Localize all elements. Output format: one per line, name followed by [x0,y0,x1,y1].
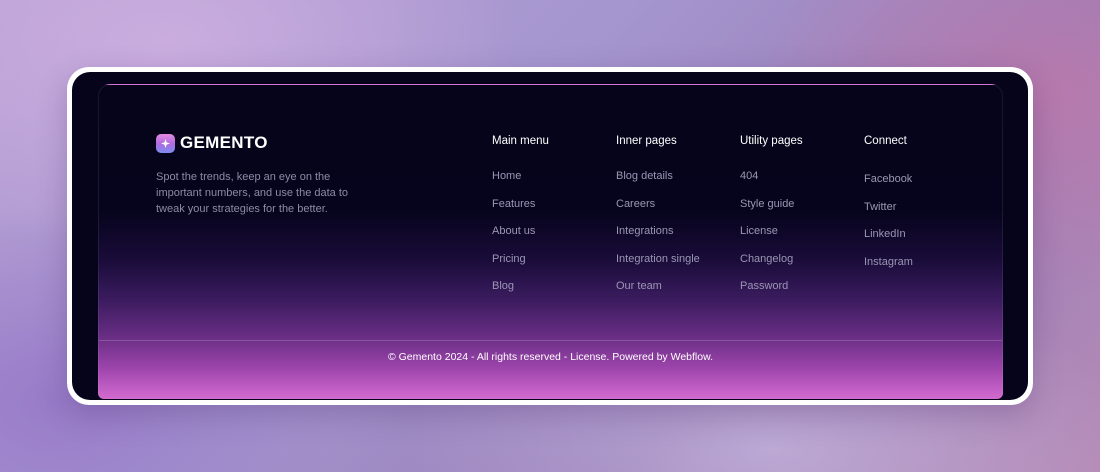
footer-link-about-us[interactable]: About us [492,224,549,238]
brand-name: GEMENTO [180,133,268,152]
footer-link-features[interactable]: Features [492,197,549,211]
footer-link-our-team[interactable]: Our team [616,279,700,293]
footer-divider [99,340,1002,341]
footer-column-inner-pages: Inner pages Blog details Careers Integra… [616,135,700,307]
footer-link-twitter[interactable]: Twitter [864,200,913,214]
column-title: Main menu [492,135,549,147]
footer-link-facebook[interactable]: Facebook [864,172,913,186]
footer-container: GEMENTO Spot the trends, keep an eye on … [72,72,1028,400]
screenshot-frame: GEMENTO Spot the trends, keep an eye on … [67,67,1033,405]
footer-link-careers[interactable]: Careers [616,197,700,211]
footer-tagline: Spot the trends, keep an eye on the impo… [156,171,349,215]
footer-link-integrations[interactable]: Integrations [616,224,700,238]
site-footer: GEMENTO Spot the trends, keep an eye on … [98,84,1003,399]
footer-column-main-menu: Main menu Home Features About us Pricing… [492,135,549,307]
footer-link-home[interactable]: Home [492,169,549,183]
footer-link-linkedin[interactable]: LinkedIn [864,227,913,241]
column-title: Inner pages [616,135,677,147]
footer-link-blog[interactable]: Blog [492,279,549,293]
footer-link-changelog[interactable]: Changelog [740,252,803,266]
footer-column-utility-pages: Utility pages 404 Style guide License Ch… [740,135,803,307]
footer-link-404[interactable]: 404 [740,169,803,183]
footer-link-style-guide[interactable]: Style guide [740,197,803,211]
copyright-text: © Gemento 2024 - All rights reserved - L… [387,351,714,363]
brand-logo[interactable]: GEMENTO [156,133,268,153]
footer-link-blog-details[interactable]: Blog details [616,169,700,183]
column-title: Connect [864,135,907,147]
footer-link-pricing[interactable]: Pricing [492,252,549,266]
footer-link-password[interactable]: Password [740,279,803,293]
column-title: Utility pages [740,135,803,147]
footer-link-license[interactable]: License [740,224,803,238]
footer-link-instagram[interactable]: Instagram [864,255,913,269]
logo-icon [156,133,175,153]
footer-column-connect: Connect Facebook Twitter LinkedIn Instag… [864,135,913,282]
footer-link-integration-single[interactable]: Integration single [616,252,700,266]
